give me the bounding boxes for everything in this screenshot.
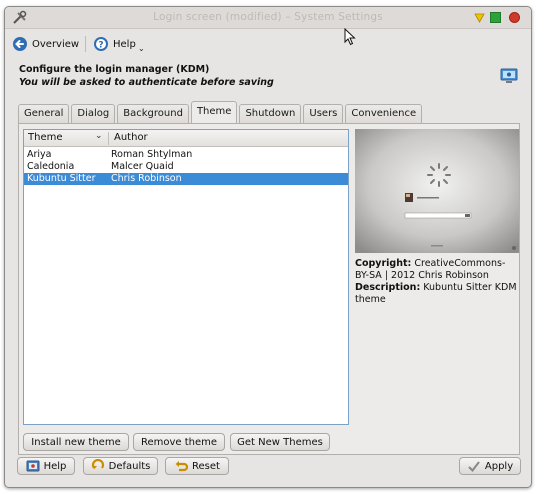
tab-users[interactable]: Users bbox=[303, 104, 344, 123]
theme-name: Kubuntu Sitter bbox=[27, 173, 96, 184]
theme-author: Roman Shtylman bbox=[111, 149, 193, 160]
window-title: Login screen (modified) – System Setting… bbox=[153, 11, 383, 23]
chevron-down-icon: ⌄ bbox=[95, 131, 103, 141]
theme-author: Malcer Quaid bbox=[111, 161, 174, 172]
reset-button-label: Reset bbox=[192, 460, 220, 472]
settings-window: Login screen (modified) – System Setting… bbox=[4, 6, 532, 488]
reset-button[interactable]: Reset bbox=[165, 457, 229, 475]
get-new-themes-button[interactable]: Get New Themes bbox=[230, 433, 330, 451]
remove-theme-button[interactable]: Remove theme bbox=[133, 433, 225, 451]
tab-dialog-label: Dialog bbox=[77, 108, 110, 119]
theme-preview-image bbox=[355, 129, 519, 253]
defaults-button[interactable]: Defaults bbox=[83, 457, 158, 475]
tab-users-label: Users bbox=[309, 108, 338, 119]
undo-icon bbox=[175, 461, 189, 472]
column-header-theme[interactable]: Theme bbox=[28, 132, 63, 143]
apply-button[interactable]: Apply bbox=[459, 457, 521, 475]
overview-button[interactable]: Overview bbox=[12, 34, 79, 54]
back-arrow-icon bbox=[13, 37, 27, 51]
install-new-theme-button[interactable]: Install new theme bbox=[23, 433, 129, 451]
help-button[interactable]: Help bbox=[17, 457, 75, 475]
get-new-themes-label: Get New Themes bbox=[237, 436, 323, 448]
checkmark-icon bbox=[468, 461, 480, 473]
context-help-icon[interactable] bbox=[474, 12, 485, 23]
tab-theme-label: Theme bbox=[196, 106, 232, 117]
column-separator[interactable] bbox=[108, 132, 109, 145]
apply-button-label: Apply bbox=[484, 460, 514, 472]
help-book-icon bbox=[26, 460, 40, 472]
tab-general-label: General bbox=[24, 108, 64, 119]
maximize-button[interactable] bbox=[490, 12, 501, 23]
svg-text:?: ? bbox=[98, 41, 103, 51]
tab-bar: General Dialog Background Theme Shutdown… bbox=[18, 101, 424, 123]
help-menu-button[interactable]: ? Help bbox=[93, 34, 136, 54]
list-item-selected[interactable]: Kubuntu Sitter Chris Robinson bbox=[24, 173, 348, 185]
theme-details: Copyright: CreativeCommons-BY-SA | 2012 … bbox=[355, 258, 517, 306]
copyright-label: Copyright: bbox=[355, 258, 412, 269]
close-button[interactable] bbox=[509, 12, 520, 23]
tab-general[interactable]: General bbox=[18, 104, 70, 123]
tab-shutdown-label: Shutdown bbox=[245, 108, 296, 119]
page-header: Configure the login manager (KDM) You wi… bbox=[19, 64, 274, 88]
defaults-button-label: Defaults bbox=[108, 460, 151, 472]
auth-notice: You will be asked to authenticate before… bbox=[19, 77, 274, 88]
tab-shutdown[interactable]: Shutdown bbox=[239, 104, 302, 123]
theme-author: Chris Robinson bbox=[111, 173, 182, 184]
help-icon: ? bbox=[94, 37, 108, 51]
remove-theme-label: Remove theme bbox=[140, 436, 218, 448]
list-item[interactable]: Caledonia Malcer Quaid bbox=[24, 161, 348, 173]
toolbar: Overview ? Help ⌄ bbox=[5, 30, 531, 58]
column-header-author[interactable]: Author bbox=[114, 132, 148, 143]
tab-theme[interactable]: Theme bbox=[190, 101, 238, 123]
kdm-monitor-icon bbox=[500, 68, 518, 83]
help-button-label: Help bbox=[43, 460, 67, 472]
mouse-cursor-icon bbox=[344, 28, 356, 46]
install-new-theme-label: Install new theme bbox=[31, 436, 121, 448]
theme-list-header: Theme ⌄ Author bbox=[24, 130, 348, 147]
chevron-down-icon[interactable]: ⌄ bbox=[138, 44, 145, 53]
tab-background[interactable]: Background bbox=[117, 104, 189, 123]
title-bar[interactable]: Login screen (modified) – System Setting… bbox=[5, 7, 531, 29]
page-title: Configure the login manager (KDM) bbox=[19, 64, 210, 75]
theme-list[interactable]: Theme ⌄ Author Ariya Roman Shtylman Cale… bbox=[23, 129, 349, 425]
toolbar-separator bbox=[85, 36, 86, 52]
tab-convenience[interactable]: Convenience bbox=[345, 104, 423, 123]
defaults-icon bbox=[91, 459, 104, 469]
tab-convenience-label: Convenience bbox=[351, 108, 417, 119]
description-label: Description: bbox=[355, 282, 421, 293]
theme-name: Ariya bbox=[27, 149, 52, 160]
tab-background-label: Background bbox=[123, 108, 183, 119]
theme-tab-panel: Theme ⌄ Author Ariya Roman Shtylman Cale… bbox=[18, 123, 520, 455]
help-label: Help bbox=[113, 38, 136, 50]
tab-dialog[interactable]: Dialog bbox=[71, 104, 116, 123]
list-item[interactable]: Ariya Roman Shtylman bbox=[24, 149, 348, 161]
overview-label: Overview bbox=[32, 38, 80, 50]
theme-name: Caledonia bbox=[27, 161, 75, 172]
